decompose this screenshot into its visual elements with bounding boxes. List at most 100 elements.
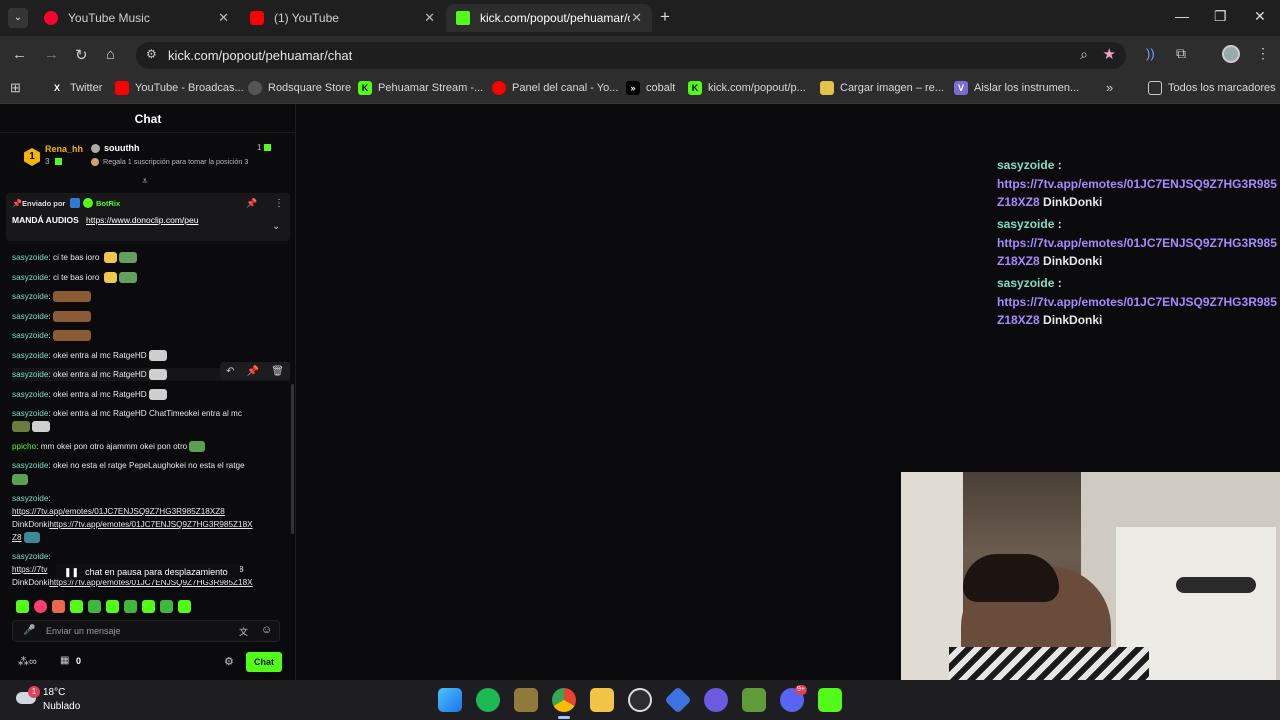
chat-scrollbar[interactable]	[291, 384, 294, 534]
gift-hint-text: Regala 1 suscripción para tomar la posic…	[103, 157, 249, 166]
chrome-icon[interactable]	[552, 688, 576, 712]
microphone-icon[interactable]: 🎤	[23, 625, 35, 636]
kick-icon[interactable]	[818, 688, 842, 712]
tab-youtube-music[interactable]: YouTube Music ✕	[34, 4, 239, 32]
game-app-icon[interactable]	[514, 688, 538, 712]
extension-audio-icon[interactable]: ))	[1146, 46, 1155, 61]
chat-link[interactable]: https://7tv 8	[12, 563, 244, 576]
second-username[interactable]: souuthh	[104, 143, 140, 153]
quick-emote[interactable]	[124, 600, 137, 613]
zoom-icon[interactable]: ⌕	[1080, 46, 1088, 63]
frog-emote	[118, 252, 137, 264]
chat-username[interactable]: sasyzoide	[12, 331, 48, 340]
chat-send-button[interactable]: Chat	[246, 652, 282, 672]
home-icon[interactable]: ⌂	[106, 46, 115, 63]
bookmark-panel-canal[interactable]: Panel del canal - Yo...	[492, 81, 618, 95]
forward-icon[interactable]: →	[44, 46, 59, 63]
quick-emote[interactable]	[70, 600, 83, 613]
pinned-menu-icon[interactable]: ⋮	[274, 198, 284, 209]
site-info-icon[interactable]: ⚙	[146, 47, 157, 61]
extensions-icon[interactable]: ⧉	[1176, 45, 1186, 62]
chat-username[interactable]: sasyzoide	[12, 409, 48, 418]
restore-button[interactable]: ❐	[1214, 8, 1227, 25]
bookmark-aislar-instrumentos[interactable]: V Aislar los instrumen...	[954, 81, 1079, 95]
chat-link[interactable]: DinkDonkihttps://7tv.app/emotes/01JC7ENJ…	[12, 518, 253, 531]
quick-emote[interactable]	[16, 600, 29, 613]
reply-icon[interactable]: ↶	[226, 366, 234, 377]
chat-username[interactable]: ppicho	[12, 442, 36, 451]
quick-emote[interactable]	[178, 600, 191, 613]
channel-points-icon[interactable]: ⁂∞	[18, 655, 37, 668]
unpin-icon[interactable]: 📌	[246, 198, 257, 209]
quick-emote[interactable]	[142, 600, 155, 613]
close-tab-icon[interactable]: ✕	[218, 10, 229, 26]
obs-icon[interactable]	[628, 688, 652, 712]
chat-username[interactable]: sasyzoide	[12, 552, 48, 561]
back-icon[interactable]: ←	[12, 46, 27, 63]
pinned-link[interactable]: https://www.donoclip.com/peu	[86, 215, 198, 225]
chat-username[interactable]: sasyzoide	[12, 273, 48, 282]
store-icon[interactable]: ▦	[60, 655, 69, 666]
expand-chevron-icon[interactable]: ⩡	[142, 176, 148, 187]
chat-username[interactable]: sasyzoide	[12, 253, 48, 262]
menu-icon[interactable]: ⋮	[1256, 45, 1270, 62]
tab-search-button[interactable]: ⌄	[8, 8, 28, 28]
bookmark-rodsquare[interactable]: Rodsquare Store	[248, 81, 351, 95]
close-window-button[interactable]: ✕	[1254, 8, 1266, 25]
minecraft-icon[interactable]	[742, 688, 766, 712]
bookmark-star-icon[interactable]: ★	[1103, 45, 1116, 63]
translate-icon[interactable]: 文	[239, 625, 248, 638]
chat-username[interactable]: sasyzoide	[12, 292, 48, 301]
profile-avatar[interactable]	[1222, 45, 1240, 63]
chat-username[interactable]: sasyzoide	[12, 461, 48, 470]
windows-start-icon[interactable]	[438, 688, 462, 712]
chat-settings-icon[interactable]: ⚙	[224, 655, 234, 668]
more-bookmarks-icon[interactable]: »	[1106, 80, 1113, 95]
weather-widget[interactable]: 1 18°C Nublado	[16, 684, 96, 716]
address-bar[interactable]: ⚙ kick.com/popout/pehuamar/chat ⌕ ★	[136, 42, 1126, 69]
quick-emote[interactable]	[160, 600, 173, 613]
chat-link[interactable]: https://7tv.app/emotes/01JC7ENJSQ9Z7HG3R…	[12, 505, 225, 518]
quick-emote[interactable]	[106, 600, 119, 613]
spotify-icon[interactable]	[476, 688, 500, 712]
voice-app-icon[interactable]	[704, 688, 728, 712]
quick-emote[interactable]	[52, 600, 65, 613]
expand-pinned-icon[interactable]: ⌄	[272, 221, 280, 232]
bookmark-cobalt[interactable]: » cobalt	[626, 81, 675, 95]
close-tab-icon[interactable]: ✕	[631, 10, 642, 26]
delete-icon[interactable]: 🗑	[271, 366, 284, 377]
chat-username[interactable]: sasyzoide	[12, 312, 48, 321]
chat-username[interactable]: sasyzoide	[12, 494, 48, 503]
all-bookmarks-folder[interactable]: Todos los marcadores	[1148, 81, 1276, 95]
tab-youtube[interactable]: (1) YouTube ✕	[240, 4, 445, 32]
emoji-picker-icon[interactable]: ☺	[261, 624, 272, 636]
chat-text: :	[48, 494, 51, 503]
chat-username[interactable]: sasyzoide	[12, 370, 48, 379]
overlay-emote-name: DinkDonki	[1043, 313, 1103, 327]
bookmark-twitter[interactable]: X Twitter	[50, 81, 102, 95]
quick-emote[interactable]	[88, 600, 101, 613]
bookmark-youtube-broadcast[interactable]: YouTube - Broadcas...	[115, 81, 244, 95]
file-explorer-icon[interactable]	[590, 688, 614, 712]
bookmark-kick-popout[interactable]: Kkick.com/popout/p...	[688, 81, 806, 95]
bookmark-pehuamar-stream[interactable]: K Pehuamar Stream -...	[358, 81, 483, 95]
chat-username[interactable]: sasyzoide	[12, 351, 48, 360]
bookmark-cargar-imagen[interactable]: Cargar imagen – re...	[820, 81, 944, 95]
overlay-username: sasyzoide	[997, 276, 1055, 290]
reload-icon[interactable]: ↻	[75, 46, 88, 64]
chat-link[interactable]: Z8	[12, 531, 40, 544]
chat-username[interactable]: sasyzoide	[12, 390, 48, 399]
pinned-bot-name[interactable]: BotRix	[96, 199, 120, 208]
close-tab-icon[interactable]: ✕	[424, 10, 435, 26]
app-diamond-icon[interactable]	[664, 686, 692, 714]
chat-text: :	[48, 331, 51, 340]
pin-message-icon[interactable]: 📌	[247, 366, 259, 377]
apps-grid-icon[interactable]: ⊞	[10, 80, 21, 96]
chat-message-input[interactable]: 🎤 Enviar un mensaje 文 ☺	[12, 620, 280, 642]
minimize-button[interactable]: —	[1175, 8, 1189, 24]
new-tab-button[interactable]: +	[660, 7, 670, 27]
chat-paused-banner[interactable]: ❚❚ chat en pausa para desplazamiento	[56, 564, 240, 580]
quick-emote[interactable]	[34, 600, 47, 613]
tab-kick-chat[interactable]: kick.com/popout/pehuamar/ch ✕	[446, 4, 652, 32]
leader-username[interactable]: Rena_hh	[45, 144, 83, 154]
